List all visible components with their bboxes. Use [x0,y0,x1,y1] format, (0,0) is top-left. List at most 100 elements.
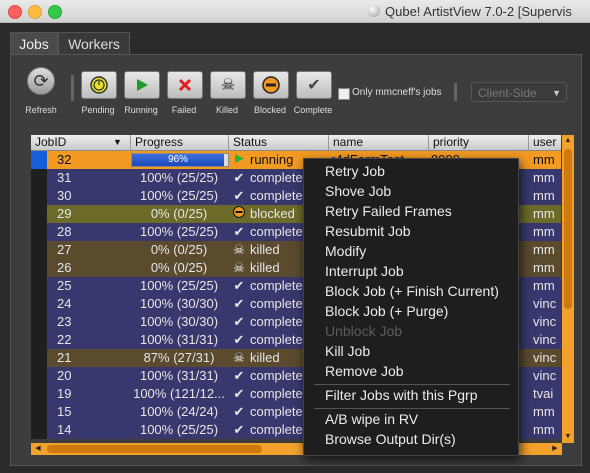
x-icon [178,78,192,92]
check-icon: ✔ [233,386,245,401]
cell-user: mm [533,422,555,437]
status-text: complete [250,314,303,329]
row-indicator [31,241,47,259]
app-icon [368,5,380,17]
menu-item-resubmit-job[interactable]: Resubmit Job [325,223,411,239]
check-icon: ✔ [233,404,245,419]
cell-user: mm [533,404,555,419]
toolbar-divider [454,83,457,101]
status-text: complete [250,422,303,437]
menu-item-kill-job[interactable]: Kill Job [325,343,370,359]
row-indicator [31,277,47,295]
progress-bar-label: 96% [132,154,225,166]
menu-item-a-b-wipe-in-rv[interactable]: A/B wipe in RV [325,411,418,427]
status-text: complete [250,188,303,203]
check-icon: ✔ [307,77,321,94]
cell-user: mm [533,170,555,185]
status-text: complete [250,332,303,347]
vertical-scroll-thumb[interactable] [564,149,572,309]
chevron-down-icon: ▼ [552,88,561,98]
column-header-jobid[interactable]: JobID ▼ [31,135,131,150]
check-icon: ✔ [233,170,245,185]
check-icon: ✔ [233,314,245,329]
toolbar-divider [71,75,74,101]
client-side-select[interactable]: Client-Side ▼ [471,82,567,102]
vertical-scrollbar[interactable]: ▲ ▼ [562,135,574,443]
column-header-priority[interactable]: priority [429,135,529,150]
scroll-left-icon[interactable]: ◀ [33,444,43,454]
skull-icon: ☠ [233,260,245,275]
status-text: killed [250,242,280,257]
cell-user: vinc [533,296,557,311]
cell-progress: 100% (30/30) [139,314,219,329]
refresh-button[interactable]: ⟳ Refresh [25,67,57,115]
status-text: complete [250,404,303,419]
column-header-label: JobID [35,135,67,149]
tab-jobs[interactable]: Jobs [10,32,58,55]
cell-progress: 100% (30/30) [139,296,219,311]
row-indicator [31,421,47,439]
cell-progress: 100% (24/24) [139,404,219,419]
skull-icon: ☠ [220,77,236,94]
status-text: running [250,152,294,167]
cell-progress: 100% (25/25) [139,224,219,239]
scroll-up-icon[interactable]: ▲ [563,136,573,146]
check-icon: ✔ [233,278,245,293]
cell-user: mm [533,206,555,221]
check-icon: ✔ [233,422,245,437]
cell-user: mm [533,224,555,239]
play-icon [137,79,148,91]
cell-progress: 100% (31/31) [139,332,219,347]
row-indicator [31,331,47,349]
close-window-button[interactable] [8,5,22,19]
menu-item-browse-output-dir-s[interactable]: Browse Output Dir(s) [325,431,456,447]
column-header-status[interactable]: Status [229,135,329,150]
menu-item-block-job-finish-current[interactable]: Block Job (+ Finish Current) [325,283,499,299]
column-header-name[interactable]: name [329,135,429,150]
cell-jobid: 21 [57,350,72,365]
menu-separator [314,384,510,385]
cell-jobid: 25 [57,278,72,293]
skull-icon: ☠ [233,242,245,257]
cell-jobid: 15 [57,404,72,419]
cell-jobid: 24 [57,296,72,311]
cell-user: mm [533,278,555,293]
cell-jobid: 23 [57,314,72,329]
maximize-window-button[interactable] [48,5,62,19]
cell-jobid: 27 [57,242,72,257]
cell-jobid: 20 [57,368,72,383]
menu-item-remove-job[interactable]: Remove Job [325,363,404,379]
scroll-down-icon[interactable]: ▼ [563,432,573,442]
check-icon: ✔ [233,368,245,383]
window-title: Qube! ArtistView 7.0-2 [Supervis [368,4,572,19]
cell-jobid: 14 [57,422,72,437]
progress-bar: 96% [131,153,229,167]
menu-item-interrupt-job[interactable]: Interrupt Job [325,263,404,279]
menu-item-shove-job[interactable]: Shove Job [325,183,391,199]
menu-item-retry-failed-frames[interactable]: Retry Failed Frames [325,203,452,219]
cell-user: mm [533,188,555,203]
cell-progress: 100% (25/25) [139,278,219,293]
only-mine-checkbox[interactable] [338,88,350,100]
cell-user: vinc [533,368,557,383]
menu-item-retry-job[interactable]: Retry Job [325,163,385,179]
menu-item-block-job-purge[interactable]: Block Job (+ Purge) [325,303,448,319]
blocked-icon [262,76,280,94]
row-indicator [31,295,47,313]
scroll-right-icon[interactable]: ▶ [550,444,560,454]
row-indicator [31,385,47,403]
tab-workers[interactable]: Workers [58,32,130,55]
cell-progress: 0% (0/25) [150,242,208,257]
minimize-window-button[interactable] [28,5,42,19]
column-header-user[interactable]: user [529,135,561,150]
cell-user: vinc [533,332,557,347]
status-text: complete [250,170,303,185]
cell-progress: 100% (121/12... [133,386,225,401]
cell-progress: 100% (25/25) [139,188,219,203]
menu-item-filter-jobs-with-this-pgrp[interactable]: Filter Jobs with this Pgrp [325,387,478,403]
client-side-select-value: Client-Side [478,86,537,100]
check-icon: ✔ [233,332,245,347]
horizontal-scroll-thumb[interactable] [47,445,262,453]
column-header-progress[interactable]: Progress [131,135,229,150]
menu-item-modify[interactable]: Modify [325,243,366,259]
